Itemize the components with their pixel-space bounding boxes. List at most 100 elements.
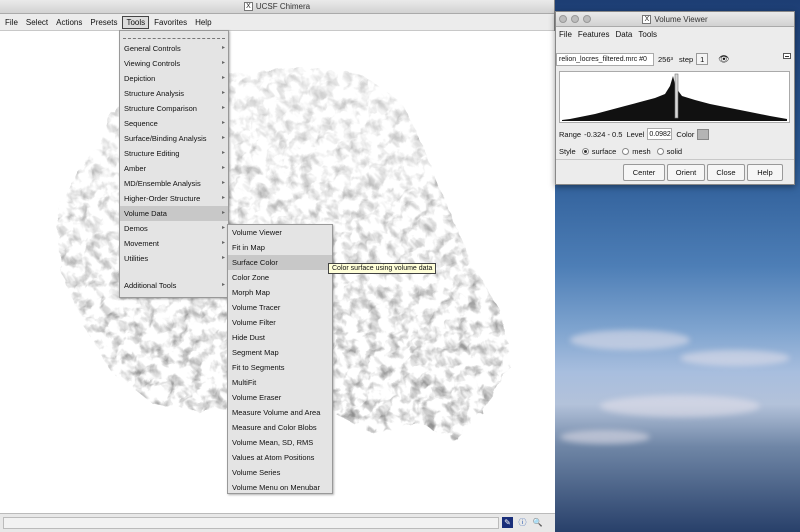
menu-favorites[interactable]: Favorites — [151, 17, 190, 28]
submenu-item-volume-viewer[interactable]: Volume Viewer — [228, 225, 332, 240]
command-line-icon[interactable]: ✎ — [502, 517, 513, 528]
style-solid-radio[interactable] — [656, 147, 664, 155]
tools-menu-item[interactable]: Surface/Binding Analysis ▸ — [120, 131, 228, 146]
eye-icon[interactable]: 👁 — [718, 54, 729, 65]
style-surface-radio[interactable] — [581, 147, 589, 155]
vv-titlebar: X Volume Viewer — [556, 12, 794, 27]
style-solid-label: solid — [666, 146, 683, 156]
submenu-arrow-icon: ▸ — [221, 240, 225, 246]
tools-menu-item[interactable]: Demos ▸ — [120, 221, 228, 236]
tools-menu-item[interactable]: Amber ▸ — [120, 161, 228, 176]
submenu-arrow-icon: ▸ — [221, 210, 225, 216]
tooltip: Color surface using volume data — [328, 263, 437, 274]
vv-data-row: relion_locres_filtered.mrc #0 256³ step … — [556, 51, 794, 67]
help-button[interactable]: Help — [747, 164, 783, 181]
close-button[interactable]: Close — [707, 164, 745, 181]
menu-help[interactable]: Help — [192, 17, 214, 28]
close-window-icon[interactable] — [559, 15, 567, 23]
vv-menu-data[interactable]: Data — [615, 30, 632, 39]
submenu-arrow-icon: ▸ — [221, 195, 225, 201]
submenu-item-fit-to-segments[interactable]: Fit to Segments — [228, 360, 332, 375]
vv-menu-features[interactable]: Features — [578, 30, 610, 39]
submenu-item-measure-color-blobs[interactable]: Measure and Color Blobs — [228, 420, 332, 435]
tear-off-line[interactable] — [123, 31, 225, 39]
submenu-arrow-icon: ▸ — [221, 60, 225, 66]
magnify-icon[interactable]: 🔍 — [532, 517, 543, 528]
histogram-panel[interactable] — [559, 71, 790, 123]
submenu-item-volume-filter[interactable]: Volume Filter — [228, 315, 332, 330]
style-surface-label: surface — [591, 146, 617, 156]
tools-menu-item-additional[interactable]: Additional Tools ▸ — [120, 278, 228, 293]
tools-menu-item-volume-data[interactable]: Volume Data ▸ — [120, 206, 228, 221]
submenu-arrow-icon: ▸ — [221, 105, 225, 111]
vv-button-bar: Center Orient Close Help — [556, 159, 794, 184]
submenu-arrow-icon: ▸ — [221, 180, 225, 186]
tools-menu-item[interactable]: Higher-Order Structure ▸ — [120, 191, 228, 206]
submenu-item-measure-volume-area[interactable]: Measure Volume and Area — [228, 405, 332, 420]
submenu-item-morph-map[interactable]: Morph Map — [228, 285, 332, 300]
submenu-item-fit-in-map[interactable]: Fit in Map — [228, 240, 332, 255]
vv-menu-file[interactable]: File — [559, 30, 572, 39]
tools-menu-item[interactable]: Depiction ▸ — [120, 71, 228, 86]
tools-menu-item[interactable]: Viewing Controls ▸ — [120, 56, 228, 71]
submenu-item-hide-dust[interactable]: Hide Dust — [228, 330, 332, 345]
volume-viewer-window: X Volume Viewer File Features Data Tools … — [555, 11, 795, 185]
tools-menu-item[interactable]: Sequence ▸ — [120, 116, 228, 131]
status-bar: ✎ ⓘ 🔍 — [0, 513, 555, 532]
submenu-item-volume-eraser[interactable]: Volume Eraser — [228, 390, 332, 405]
step-menu[interactable]: 1 — [696, 53, 709, 65]
vv-level-row: Range -0.324 - 0.5 Level 0.0982 Color — [556, 126, 710, 142]
vv-style-row: Style surface mesh solid — [556, 143, 682, 159]
submenu-arrow-icon: ▸ — [221, 255, 225, 261]
vv-menubar: File Features Data Tools — [556, 27, 794, 42]
tools-menu-item[interactable]: Structure Analysis ▸ — [120, 86, 228, 101]
submenu-item-values-at-atoms[interactable]: Values at Atom Positions — [228, 450, 332, 465]
tools-menu-item[interactable]: Structure Comparison ▸ — [120, 101, 228, 116]
submenu-arrow-icon: ▸ — [221, 165, 225, 171]
info-icon[interactable]: ⓘ — [517, 517, 528, 528]
style-mesh-radio[interactable] — [622, 147, 630, 155]
window-controls — [559, 15, 591, 23]
volume-data-submenu: Volume Viewer Fit in Map Surface Color C… — [227, 224, 333, 494]
range-value: -0.324 - 0.5 — [584, 129, 623, 139]
tools-menu-item[interactable]: Utilities ▸ — [120, 251, 228, 266]
menu-tools[interactable]: Tools — [122, 15, 150, 29]
color-swatch[interactable] — [697, 128, 710, 140]
submenu-arrow-icon: ▸ — [221, 225, 225, 231]
style-mesh-label: mesh — [632, 146, 651, 156]
vv-menu-tools[interactable]: Tools — [638, 30, 657, 39]
tools-menu-item[interactable]: MD/Ensemble Analysis ▸ — [120, 176, 228, 191]
x11-icon: X — [642, 15, 652, 25]
tools-menu-item[interactable]: General Controls ▸ — [120, 41, 228, 56]
x11-icon: X — [243, 2, 253, 12]
submenu-arrow-icon: ▸ — [221, 120, 225, 126]
submenu-arrow-icon: ▸ — [221, 282, 225, 288]
menu-file[interactable]: File — [2, 17, 21, 28]
submenu-arrow-icon: ▸ — [221, 45, 225, 51]
submenu-arrow-icon: ▸ — [221, 90, 225, 96]
color-label: Color — [676, 129, 695, 139]
tools-menu-item[interactable]: Structure Editing ▸ — [120, 146, 228, 161]
menu-actions[interactable]: Actions — [53, 17, 85, 28]
minimize-window-icon[interactable] — [571, 15, 579, 23]
center-button[interactable]: Center — [623, 164, 665, 181]
submenu-arrow-icon: ▸ — [221, 150, 225, 156]
zoom-window-icon[interactable] — [583, 15, 591, 23]
submenu-item-volume-menu-menubar[interactable]: Volume Menu on Menubar — [228, 480, 332, 495]
tools-menu-item[interactable]: Movement ▸ — [120, 236, 228, 251]
main-window-title: UCSF Chimera — [255, 2, 311, 11]
level-input[interactable]: 0.0982 — [647, 128, 673, 140]
menu-select[interactable]: Select — [23, 17, 51, 28]
hide-panel-icon[interactable] — [783, 53, 791, 59]
volume-name-field[interactable]: relion_locres_filtered.mrc #0 — [556, 52, 654, 66]
submenu-item-color-zone[interactable]: Color Zone — [228, 270, 332, 285]
orient-button[interactable]: Orient — [667, 164, 705, 181]
submenu-item-volume-mean-sd-rms[interactable]: Volume Mean, SD, RMS — [228, 435, 332, 450]
submenu-item-multifit[interactable]: MultiFit — [228, 375, 332, 390]
threshold-marker[interactable] — [674, 73, 679, 119]
submenu-item-surface-color[interactable]: Surface Color — [228, 255, 332, 270]
submenu-item-volume-tracer[interactable]: Volume Tracer — [228, 300, 332, 315]
menu-presets[interactable]: Presets — [87, 17, 120, 28]
submenu-item-segment-map[interactable]: Segment Map — [228, 345, 332, 360]
submenu-item-volume-series[interactable]: Volume Series — [228, 465, 332, 480]
